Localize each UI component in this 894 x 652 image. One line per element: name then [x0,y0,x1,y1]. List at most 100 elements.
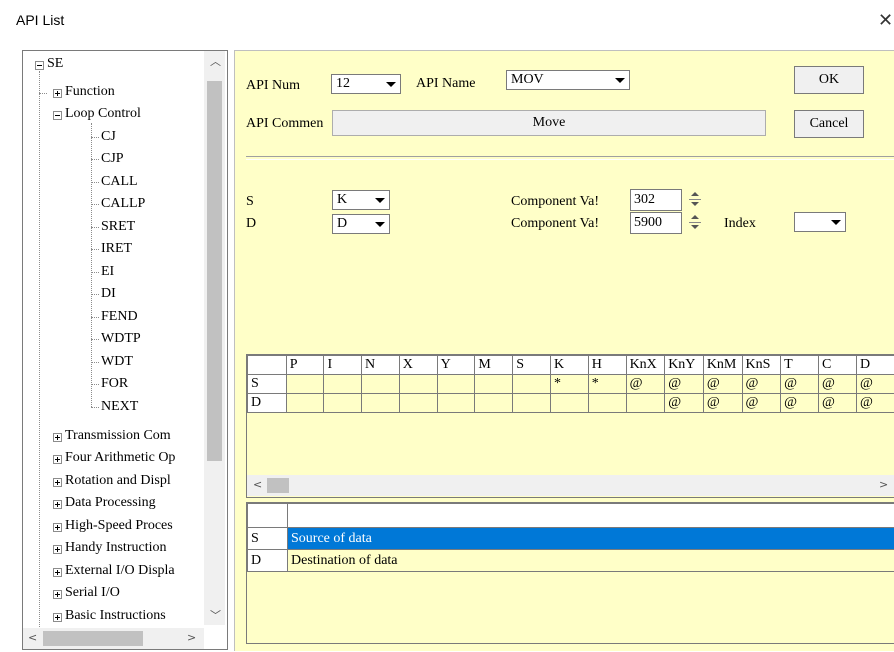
grid-cell[interactable] [360,374,400,394]
api-num-select[interactable]: 12 [331,74,401,94]
spin-arrows-icon[interactable] [687,213,703,233]
chevron-down-icon[interactable] [373,217,387,231]
expand-icon[interactable] [53,455,62,464]
tree-child[interactable]: CJ [101,128,116,146]
tree-horizontal-scrollbar[interactable]: < > [23,628,204,649]
collapse-icon[interactable] [53,111,62,120]
scroll-up-icon[interactable]: ︿ [210,53,221,69]
grid-cell[interactable]: * [549,374,589,394]
grid-cell[interactable]: @ [625,374,666,394]
tree-item[interactable]: Data Processing [65,494,156,512]
grid-cell[interactable] [587,393,627,413]
scroll-left-icon[interactable]: < [253,478,262,491]
description-cell[interactable]: Destination of data [287,549,894,572]
scroll-right-icon[interactable]: > [187,631,196,644]
tree-item[interactable]: Basic Instructions [65,607,166,625]
s-type-select[interactable]: K [332,190,390,210]
grid-cell[interactable] [398,393,438,413]
grid-cell[interactable] [474,374,514,394]
grid-cell[interactable] [549,393,589,413]
chevron-down-icon[interactable] [829,215,843,229]
tree-child[interactable]: EI [101,263,114,281]
scroll-thumb[interactable] [267,478,289,493]
ok-button[interactable]: OK [794,66,864,94]
tree-item[interactable]: Handy Instruction [65,539,166,557]
grid-cell[interactable]: @ [702,374,743,394]
grid-cell[interactable] [512,393,551,413]
index-select[interactable] [794,212,846,232]
expand-icon[interactable] [53,545,62,554]
grid-cell[interactable]: @ [664,374,704,394]
chevron-down-icon[interactable] [373,193,387,207]
tree-vertical-scrollbar[interactable]: ︿ ﹀ [204,51,225,625]
grid-cell[interactable] [285,393,325,413]
chevron-down-icon[interactable] [613,73,627,87]
grid-cell[interactable]: @ [702,393,743,413]
grid-cell[interactable]: @ [818,374,857,394]
grid-cell[interactable] [625,393,666,413]
expand-icon[interactable] [53,478,62,487]
table-row[interactable]: D Destination of data [247,549,894,572]
tree-child[interactable]: FOR [101,375,128,393]
grid-cell[interactable]: @ [855,374,894,394]
expand-icon[interactable] [53,613,62,622]
chevron-down-icon[interactable] [384,77,398,91]
scroll-thumb[interactable] [207,81,222,461]
tree-child[interactable]: FEND [101,308,138,326]
scroll-thumb[interactable] [43,631,143,646]
tree-item[interactable]: High-Speed Proces [65,517,173,535]
api-tree[interactable]: SE Function Loop Control CJ CJP CALL CAL… [22,50,228,650]
scroll-right-icon[interactable]: > [879,478,888,491]
tree-item-function[interactable]: Function [65,83,115,101]
tree-child[interactable]: NEXT [101,398,138,416]
grid-cell[interactable] [436,393,476,413]
tree-child[interactable]: CALLP [101,195,145,213]
spin-arrows-icon[interactable] [687,190,703,210]
grid-cell[interactable] [323,393,362,413]
tree-child[interactable]: IRET [101,240,132,258]
expand-icon[interactable] [53,89,62,98]
tree-root[interactable]: SE [47,55,63,73]
expand-icon[interactable] [53,523,62,532]
tree-child[interactable]: CJP [101,150,124,168]
cancel-button[interactable]: Cancel [794,110,864,138]
grid-cell[interactable]: @ [664,393,704,413]
api-name-select[interactable]: MOV [506,70,630,90]
tree-item[interactable]: External I/O Displa [65,562,175,580]
grid-horizontal-scrollbar[interactable]: < > [247,475,894,496]
grid-cell[interactable] [360,393,400,413]
expand-icon[interactable] [53,433,62,442]
grid-cell[interactable]: @ [741,374,782,394]
grid-cell[interactable] [512,374,551,394]
grid-cell[interactable]: @ [741,393,782,413]
grid-cell[interactable] [323,374,362,394]
d-type-select[interactable]: D [332,214,390,234]
tree-item[interactable]: Four Arithmetic Op [65,449,175,467]
close-icon[interactable]: ✕ [878,10,893,31]
grid-cell[interactable]: @ [780,393,819,413]
tree-child[interactable]: DI [101,285,116,303]
component-value-s-input[interactable]: 302 [630,189,701,211]
grid-cell[interactable] [285,374,325,394]
grid-cell[interactable]: @ [818,393,857,413]
grid-cell[interactable] [398,374,438,394]
grid-cell[interactable]: * [587,374,627,394]
grid-cell[interactable] [474,393,514,413]
scroll-down-icon[interactable]: ﹀ [210,607,221,623]
expand-icon[interactable] [53,500,62,509]
tree-child[interactable]: WDT [101,353,133,371]
grid-cell[interactable] [436,374,476,394]
operand-grid[interactable]: P I N X Y M S K H KnX KnY KnM KnS T C D … [246,354,894,498]
tree-item[interactable]: Rotation and Displ [65,472,171,490]
grid-cell[interactable]: @ [855,393,894,413]
tree-item[interactable]: Transmission Com [65,427,171,445]
scroll-left-icon[interactable]: < [28,631,37,644]
expand-icon[interactable] [53,590,62,599]
expand-icon[interactable] [53,568,62,577]
grid-cell[interactable]: @ [780,374,819,394]
tree-item[interactable]: Serial I/O [65,584,120,602]
tree-child[interactable]: CALL [101,173,138,191]
table-row[interactable]: S Source of data [247,527,894,550]
description-grid[interactable]: S Source of data D Destination of data [246,502,894,644]
collapse-icon[interactable] [35,61,44,70]
